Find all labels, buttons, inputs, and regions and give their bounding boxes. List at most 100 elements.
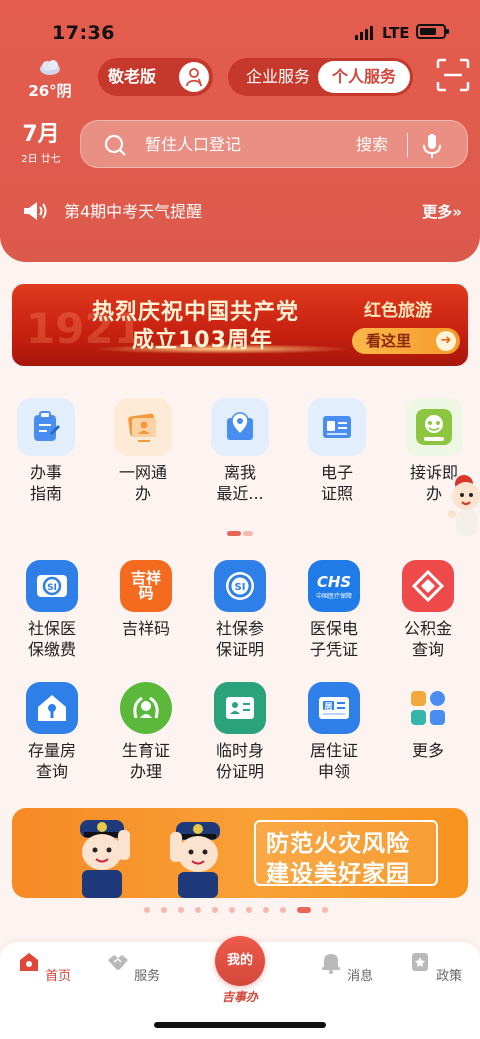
banner-tag: 红色旅游: [364, 301, 432, 321]
home-icon: [19, 953, 38, 971]
service-e-license-label: 电子 证照: [320, 463, 353, 503]
tab-mine-button[interactable]: 我的: [215, 936, 265, 986]
tab-personal-service[interactable]: 个人服务: [318, 61, 410, 93]
anniversary-banner[interactable]: 1921 热烈庆祝中国共产党 成立103周年 红色旅游 看这里 ➜: [12, 284, 468, 366]
grid-item-label: 医保电 子凭证: [309, 619, 358, 659]
carousel-dot-active[interactable]: [297, 907, 311, 913]
banner-cta-button[interactable]: 看这里 ➜: [352, 328, 460, 354]
tab-services[interactable]: 服务: [93, 950, 173, 984]
grid-item-label: 存量房 查询: [27, 741, 76, 781]
scan-icon[interactable]: [436, 58, 470, 92]
notice-bar[interactable]: 第4期中考天气提醒 更多»: [22, 196, 462, 228]
notice-text: 第4期中考天气提醒: [64, 202, 203, 221]
elder-mode-button[interactable]: 敬老版: [98, 58, 213, 96]
clipboard-icon: [17, 398, 75, 456]
chs-icon: CHS 中国医疗保障: [308, 560, 360, 612]
fire-banner-line1: 防范火灾风险: [266, 831, 410, 857]
service-nearby-label: 离我 最近...: [216, 463, 264, 503]
home-indicator[interactable]: [154, 1022, 326, 1028]
microphone-icon[interactable]: [421, 133, 443, 159]
status-bar: 17:36 LTE: [0, 0, 480, 62]
grid-item-label: 更多: [411, 741, 444, 760]
tab-enterprise-service[interactable]: 企业服务: [234, 58, 322, 96]
carousel-dots: [144, 907, 340, 915]
grid-item-jixiang-code[interactable]: 吉祥 码 吉祥码: [106, 560, 186, 639]
firefighter-figure-icon: [170, 822, 220, 898]
si-badge-text: SI: [235, 582, 246, 593]
service-guide[interactable]: 办事 指南: [6, 398, 86, 504]
grid-item-label: 吉祥码: [121, 619, 170, 638]
tab-home[interactable]: 首页: [4, 950, 84, 984]
carousel-dot[interactable]: [161, 907, 167, 913]
services-pager: [227, 531, 253, 536]
battery-icon: [416, 24, 449, 39]
service-nearby[interactable]: 离我 最近...: [200, 398, 280, 504]
carousel-dot[interactable]: [229, 907, 235, 913]
speaker-icon: [24, 202, 47, 220]
grid-item-label: 生育证 办理: [121, 741, 170, 781]
service-one-net-label: 一网通 办: [118, 463, 167, 503]
birth-icon: [120, 682, 172, 734]
search-icon: [104, 134, 126, 156]
fire-safety-banner[interactable]: 防范火灾风险 建设美好家园: [12, 808, 468, 898]
weather-widget[interactable]: 26°阴: [22, 58, 78, 101]
si-badge-text: SI: [47, 583, 57, 593]
elder-mode-label: 敬老版: [108, 67, 157, 86]
elder-icon: [179, 62, 209, 92]
carousel-dot[interactable]: [144, 907, 150, 913]
grid-item-more[interactable]: 更多: [388, 682, 468, 761]
tab-services-label: 服务: [134, 969, 161, 984]
carousel-dot[interactable]: [212, 907, 218, 913]
date-day: 2日 廿七: [21, 154, 61, 165]
service-one-net[interactable]: 一网通 办: [103, 398, 183, 504]
search-placeholder: 暂住人口登记: [145, 135, 242, 154]
grid-item-insurance-certificate[interactable]: SI 社保参 保证明: [200, 560, 280, 660]
grid-item-housing-fund[interactable]: 公积金 查询: [388, 560, 468, 660]
tab-messages-label: 消息: [347, 969, 374, 984]
si-circle-icon: SI: [214, 560, 266, 612]
bell-icon: [321, 954, 340, 974]
carousel-dot[interactable]: [246, 907, 252, 913]
search-divider: [407, 133, 408, 157]
top-services-row: 办事 指南 一网通 办 离我 最近... 电子 证照 接诉即 办: [0, 398, 480, 518]
banner-cta-label: 看这里: [366, 332, 412, 350]
firefighter-figure-icon: [80, 820, 130, 898]
weather-temp: 26°阴: [28, 82, 72, 100]
service-e-license[interactable]: 电子 证照: [297, 398, 377, 504]
location-icon: [211, 398, 269, 456]
carousel-dot[interactable]: [280, 907, 286, 913]
tab-messages[interactable]: 消息: [306, 950, 386, 984]
notice-more-link[interactable]: 更多»: [422, 196, 462, 228]
tab-policy[interactable]: 政策: [395, 950, 475, 984]
grid-item-social-insurance-payment[interactable]: SI 社保医 保缴费: [12, 560, 92, 660]
grid-item-housing-query[interactable]: 存量房 查询: [12, 682, 92, 782]
cloud-icon: [40, 60, 60, 75]
status-time: 17:36: [52, 22, 115, 44]
id-card-icon: [308, 398, 366, 456]
grid-item-label: 临时身 份证明: [215, 741, 264, 781]
fund-icon: [402, 560, 454, 612]
fire-banner-line2: 建设美好家园: [266, 861, 410, 887]
grid-item-label: 居住证 申领: [309, 741, 358, 781]
residence-badge-text: 居: [325, 702, 333, 711]
policy-icon: [411, 953, 428, 971]
carousel-dot[interactable]: [178, 907, 184, 913]
grid-item-label: 公积金 查询: [403, 619, 452, 659]
network-type: LTE: [382, 24, 410, 42]
grid-item-residence-permit[interactable]: 居 居住证 申领: [294, 682, 374, 782]
search-button[interactable]: 搜索: [356, 121, 388, 169]
carousel-dot[interactable]: [195, 907, 201, 913]
screen-icon: [114, 398, 172, 456]
jixiang-code-icon: 吉祥 码: [120, 560, 172, 612]
search-bar[interactable]: 暂住人口登记 搜索: [80, 120, 468, 168]
grid-item-temporary-id[interactable]: 临时身 份证明: [200, 682, 280, 782]
grid-item-medical-e-voucher[interactable]: CHS 中国医疗保障 医保电 子凭证: [294, 560, 374, 660]
carousel-dot[interactable]: [322, 907, 328, 913]
mascot-icon[interactable]: [440, 470, 480, 540]
chs-badge-text: CHS: [316, 572, 352, 591]
grid-item-label: 社保参 保证明: [215, 619, 264, 659]
service-switch: 企业服务 个人服务: [228, 58, 413, 96]
signal-icon: [355, 26, 373, 40]
carousel-dot[interactable]: [263, 907, 269, 913]
grid-item-birth-certificate[interactable]: 生育证 办理: [106, 682, 186, 782]
